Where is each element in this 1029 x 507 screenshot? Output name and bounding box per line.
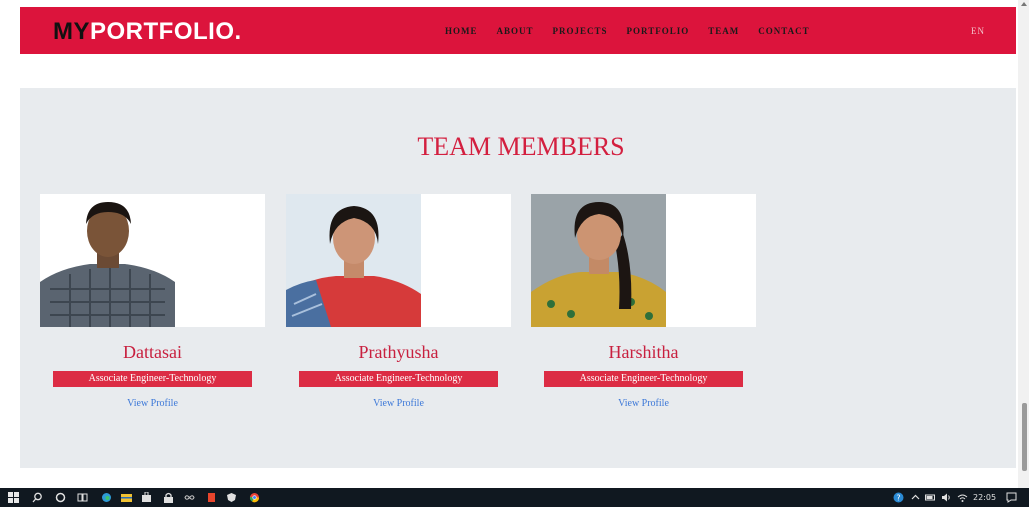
main-nav: HOME ABOUT PROJECTS PORTFOLIO TEAM CONTA…	[445, 7, 829, 54]
member-name: Prathyusha	[358, 342, 439, 362]
role-badge: Associate Engineer-Technology	[53, 371, 252, 387]
volume-icon[interactable]	[941, 492, 952, 503]
team-section: TEAM MEMBERS Dattasai Associate Engineer…	[20, 88, 1016, 468]
member-name: Dattasai	[123, 342, 182, 362]
wifi-icon[interactable]	[957, 492, 968, 503]
role-badge: Associate Engineer-Technology	[299, 371, 498, 387]
nav-home[interactable]: HOME	[445, 26, 478, 36]
notification-icon[interactable]	[1006, 492, 1017, 503]
nav-contact[interactable]: CONTACT	[758, 26, 809, 36]
lock-icon[interactable]	[163, 492, 174, 503]
page-scrollbar[interactable]	[1018, 0, 1029, 488]
team-card-dattasai: Dattasai Associate Engineer-Technology V…	[40, 194, 265, 409]
site-header: MYPORTFOLIO. HOME ABOUT PROJECTS PORTFOL…	[20, 7, 1016, 54]
infinity-icon[interactable]	[184, 492, 195, 503]
photo-frame	[40, 194, 265, 327]
search-icon[interactable]	[32, 492, 43, 503]
role-badge: Associate Engineer-Technology	[544, 371, 743, 387]
nav-team[interactable]: TEAM	[708, 26, 739, 36]
team-card-prathyusha: Prathyusha Associate Engineer-Technology…	[286, 194, 511, 409]
member-name: Harshitha	[608, 342, 679, 362]
view-profile-link[interactable]: View Profile	[40, 398, 265, 409]
language-selector[interactable]: EN	[971, 7, 985, 54]
member-photo-dattasai	[40, 194, 175, 327]
windows-taskbar: ? 22:05	[0, 488, 1029, 507]
team-card-harshitha: Harshitha Associate Engineer-Technology …	[531, 194, 756, 409]
nav-about[interactable]: ABOUT	[497, 26, 534, 36]
store-icon[interactable]	[141, 492, 152, 503]
shield-icon[interactable]	[226, 492, 237, 503]
file-explorer-icon[interactable]	[121, 492, 132, 503]
svg-text:?: ?	[896, 494, 900, 503]
member-photo-harshitha	[531, 194, 666, 327]
task-view-icon[interactable]	[77, 492, 88, 503]
section-title: TEAM MEMBERS	[417, 132, 625, 161]
member-photo-prathyusha	[286, 194, 421, 327]
logo-my: MY	[53, 18, 90, 45]
logo[interactable]: MYPORTFOLIO.	[53, 18, 242, 46]
chevron-up-icon[interactable]	[910, 492, 921, 503]
windows-start-icon[interactable]	[8, 492, 19, 503]
scroll-thumb[interactable]	[1022, 403, 1027, 471]
help-icon[interactable]: ?	[893, 492, 904, 503]
edge-icon[interactable]	[101, 492, 112, 503]
battery-icon[interactable]	[925, 492, 936, 503]
logo-portfolio: PORTFOLIO.	[90, 18, 242, 45]
scroll-up-icon[interactable]	[1021, 2, 1027, 6]
view-profile-link[interactable]: View Profile	[531, 398, 756, 409]
photo-frame	[286, 194, 511, 327]
nav-portfolio[interactable]: PORTFOLIO	[627, 26, 690, 36]
nav-projects[interactable]: PROJECTS	[553, 26, 608, 36]
office-icon[interactable]	[206, 492, 217, 503]
photo-frame	[531, 194, 756, 327]
cortana-icon[interactable]	[55, 492, 66, 503]
view-profile-link[interactable]: View Profile	[286, 398, 511, 409]
chrome-icon[interactable]	[249, 492, 260, 503]
clock[interactable]: 22:05	[973, 492, 996, 503]
